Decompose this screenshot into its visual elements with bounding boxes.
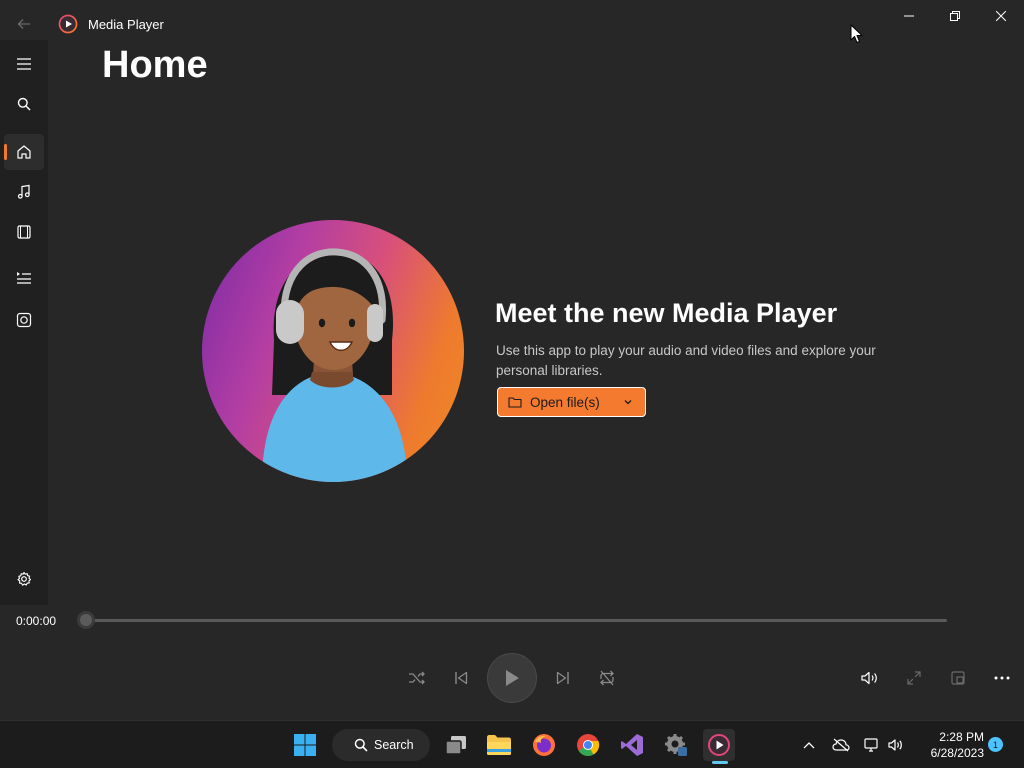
sidebar-item-video-library[interactable] (4, 214, 44, 250)
media-player-logo-icon (58, 14, 78, 34)
open-files-button[interactable]: Open file(s) (497, 387, 646, 417)
start-button[interactable] (289, 729, 321, 761)
chevron-up-icon (803, 742, 815, 749)
windows-logo-icon (294, 734, 316, 756)
search-icon (17, 97, 31, 111)
volume-icon (861, 671, 877, 685)
network-button[interactable] (860, 733, 884, 757)
current-time: 0:00:00 (16, 614, 57, 628)
hamburger-icon (17, 58, 31, 70)
media-player-taskbar-button[interactable] (703, 729, 735, 761)
hero-heading: Meet the new Media Player (495, 298, 838, 328)
active-app-indicator (712, 761, 728, 764)
folder-icon (508, 397, 522, 408)
play-button[interactable] (487, 653, 537, 703)
film-icon (17, 225, 31, 239)
close-button[interactable] (978, 0, 1024, 32)
network-icon (864, 738, 878, 752)
minimize-icon (904, 15, 914, 17)
open-files-label: Open file(s) (530, 394, 600, 410)
sidebar-item-playlists[interactable] (4, 302, 44, 338)
system-clock[interactable]: 2:28 PM 6/28/2023 (912, 729, 984, 761)
task-view-button[interactable] (440, 729, 472, 761)
mini-player-icon (951, 671, 965, 685)
music-note-icon (17, 184, 30, 199)
restore-icon (950, 11, 960, 21)
taskbar-search[interactable]: Search (332, 729, 430, 761)
more-options-button[interactable] (986, 662, 1018, 694)
clock-date: 6/28/2023 (930, 746, 984, 760)
firefox-button[interactable] (528, 729, 560, 761)
cloud-offline-icon (832, 738, 850, 752)
volume-button[interactable] (854, 662, 886, 694)
chrome-icon (577, 734, 600, 756)
folder-icon (487, 735, 511, 755)
sidebar-item-home[interactable] (4, 134, 44, 170)
playlist-icon (16, 312, 32, 328)
full-screen-button[interactable] (898, 662, 930, 694)
back-arrow-icon (17, 19, 30, 29)
back-button[interactable] (12, 12, 36, 36)
close-icon (996, 11, 1006, 21)
queue-icon (17, 272, 31, 284)
notification-badge[interactable]: 1 (988, 737, 1003, 752)
volume-tray-button[interactable] (884, 733, 908, 757)
mini-player-button[interactable] (942, 662, 974, 694)
settings-gear-icon (665, 734, 687, 756)
woman-with-headphones-illustration (262, 248, 407, 482)
active-indicator (4, 144, 7, 160)
gear-icon (17, 571, 32, 586)
play-icon (506, 670, 519, 686)
taskbar: Search 2:28 PM 6/28/2023 1 (0, 720, 1024, 768)
seek-thumb[interactable] (77, 611, 95, 629)
more-icon (994, 676, 1010, 680)
chrome-button[interactable] (572, 729, 604, 761)
title-bar: Media Player (0, 0, 1024, 48)
hero-description: Use this app to play your audio and vide… (496, 343, 876, 378)
sidebar-item-music-library[interactable] (4, 174, 44, 210)
speaker-icon (888, 739, 902, 751)
hero-illustration (202, 220, 464, 482)
onedrive-button[interactable] (829, 733, 853, 757)
search-icon (354, 738, 368, 752)
next-button[interactable] (547, 662, 579, 694)
home-icon (17, 145, 31, 159)
expand-icon (907, 671, 921, 685)
taskbar-search-label: Search (374, 738, 414, 752)
chevron-down-icon (624, 400, 632, 405)
sidebar-item-play-queue[interactable] (4, 260, 44, 296)
navigation-sidebar (0, 40, 48, 605)
shuffle-icon (409, 671, 425, 685)
file-explorer-button[interactable] (483, 729, 515, 761)
app-title: Media Player (88, 17, 164, 32)
firefox-icon (533, 734, 555, 756)
visual-studio-button[interactable] (616, 729, 648, 761)
repeat-button[interactable] (591, 662, 623, 694)
visual-studio-icon (621, 734, 643, 756)
minimize-button[interactable] (886, 0, 932, 32)
clock-time: 2:28 PM (939, 730, 984, 744)
skip-next-icon (556, 671, 569, 685)
sidebar-item-search[interactable] (4, 86, 44, 122)
task-view-icon (445, 736, 466, 755)
previous-button[interactable] (445, 662, 477, 694)
page-title: Home (102, 44, 208, 86)
seek-bar[interactable] (86, 619, 947, 622)
skip-previous-icon (455, 671, 468, 685)
show-hidden-icons-button[interactable] (797, 733, 821, 757)
sidebar-item-settings[interactable] (4, 561, 44, 597)
restore-button[interactable] (932, 0, 978, 32)
settings-app-button[interactable] (660, 729, 692, 761)
sidebar-item-menu[interactable] (4, 46, 44, 82)
media-player-icon (708, 734, 730, 756)
shuffle-button[interactable] (401, 662, 433, 694)
repeat-icon (600, 670, 614, 686)
mouse-cursor-icon (850, 24, 863, 44)
